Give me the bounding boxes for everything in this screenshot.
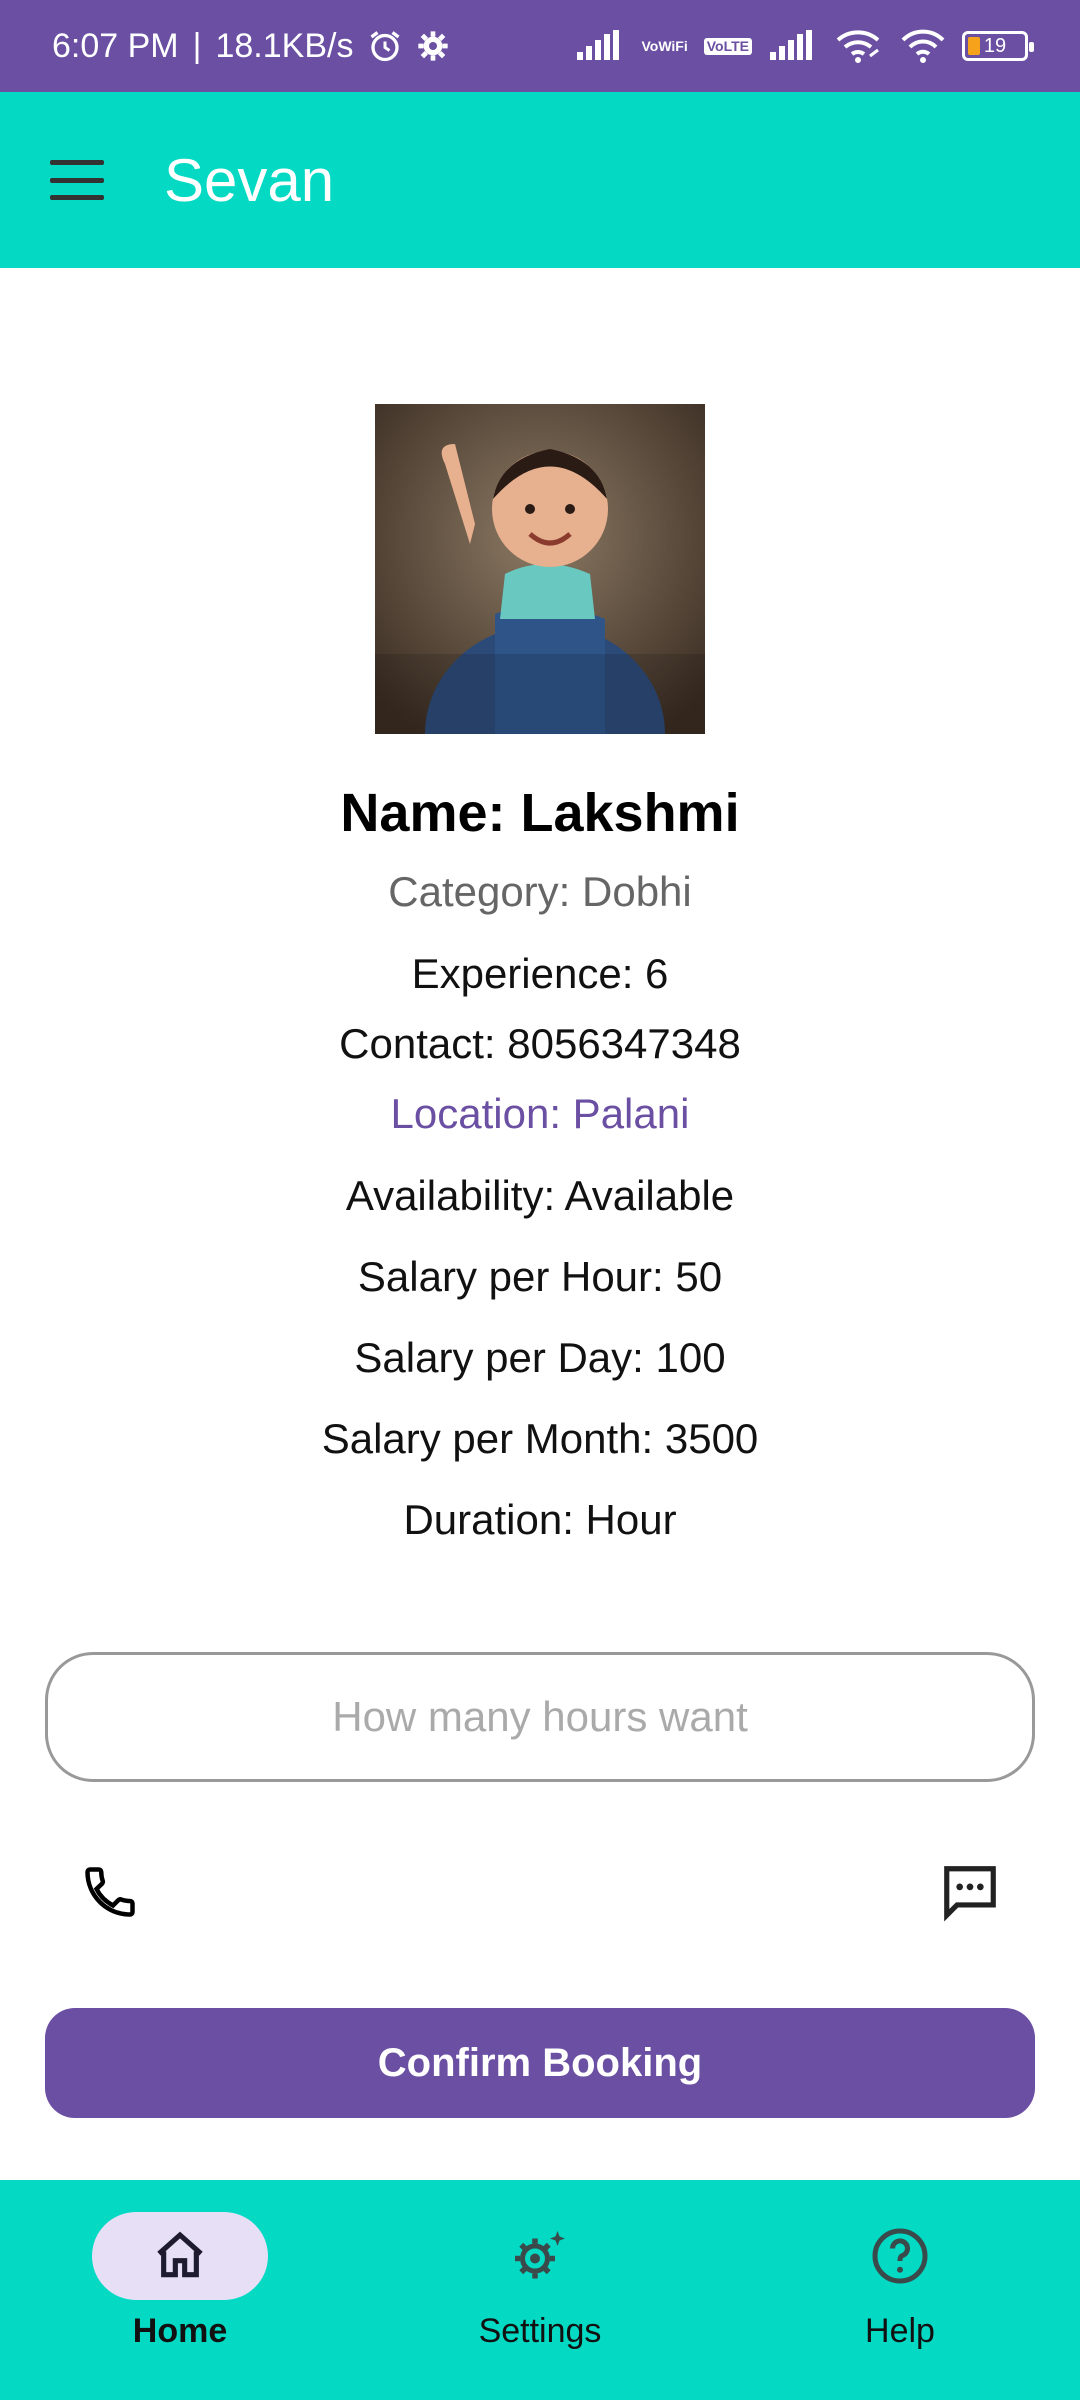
message-button[interactable]	[930, 1852, 1010, 1932]
hours-input[interactable]	[45, 1652, 1035, 1782]
nav-settings-label: Settings	[478, 2312, 602, 2350]
battery-icon: 19	[962, 31, 1034, 61]
signal-icon	[768, 30, 818, 62]
bottom-navigation: Home Settings Help	[0, 2180, 1080, 2400]
phone-icon	[85, 1867, 135, 1917]
alarm-icon	[367, 28, 403, 64]
salary-per-month: Salary per Month: 3500	[321, 1415, 759, 1462]
nav-help-pill	[812, 2212, 988, 2300]
hamburger-menu-icon[interactable]	[50, 160, 104, 200]
confirm-booking-button[interactable]: Confirm Booking	[45, 2008, 1035, 2118]
wifi-link-icon	[834, 28, 884, 64]
battery-fill	[968, 37, 980, 55]
nav-home-pill	[92, 2212, 268, 2300]
worker-location[interactable]: Location: Palani	[0, 1090, 1080, 1138]
signal-icon	[575, 30, 625, 62]
call-button[interactable]	[70, 1852, 150, 1932]
settings-sparkle-icon	[515, 2231, 565, 2279]
vowifi-line2: WiFi	[658, 37, 688, 54]
nav-help-label: Help	[865, 2312, 935, 2350]
volte-line1: Vo	[706, 37, 724, 54]
nav-item-settings[interactable]: Settings	[360, 2180, 720, 2400]
status-bar: 6:07 PM | 18.1KB/s Vo WiFi Vo LTE 19	[0, 0, 1080, 92]
vowifi-line1: Vo	[641, 37, 659, 54]
volte-icon: Vo LTE	[703, 37, 752, 55]
salary-per-day: Salary per Day: 100	[354, 1334, 726, 1381]
worker-availability: Availability: Available	[345, 1172, 735, 1219]
nav-item-home[interactable]: Home	[0, 2180, 360, 2400]
help-icon	[872, 2228, 928, 2284]
wifi-icon	[900, 28, 946, 64]
network-speed: 18.1KB/s	[215, 26, 354, 65]
worker-name: Name: Lakshmi	[340, 783, 740, 843]
worker-contact: Contact: 8056347348	[339, 1020, 741, 1067]
nav-item-help[interactable]: Help	[720, 2180, 1080, 2400]
status-left: 6:07 PM | 18.1KB/s	[52, 27, 449, 66]
app-title: Sevan	[164, 146, 335, 214]
worker-category: Category: Dobhi	[388, 868, 692, 915]
settings-gear-icon	[417, 30, 449, 62]
nav-home-label: Home	[132, 2312, 228, 2350]
status-right: Vo WiFi Vo LTE 19	[575, 28, 1034, 64]
nav-settings-pill	[452, 2212, 628, 2300]
vowifi-icon: Vo WiFi	[641, 37, 688, 54]
battery-level: 19	[983, 34, 1007, 57]
volte-line2: LTE	[723, 37, 749, 54]
salary-per-hour: Salary per Hour: 50	[357, 1253, 723, 1300]
status-separator: |	[192, 26, 202, 65]
profile-photo	[375, 404, 705, 734]
worker-experience: Experience: 6	[411, 950, 669, 997]
status-time: 6:07 PM	[52, 26, 179, 65]
app-bar: Sevan	[0, 92, 1080, 268]
home-icon	[157, 2231, 203, 2278]
duration: Duration: Hour	[403, 1496, 677, 1543]
sms-icon	[944, 1866, 996, 1922]
